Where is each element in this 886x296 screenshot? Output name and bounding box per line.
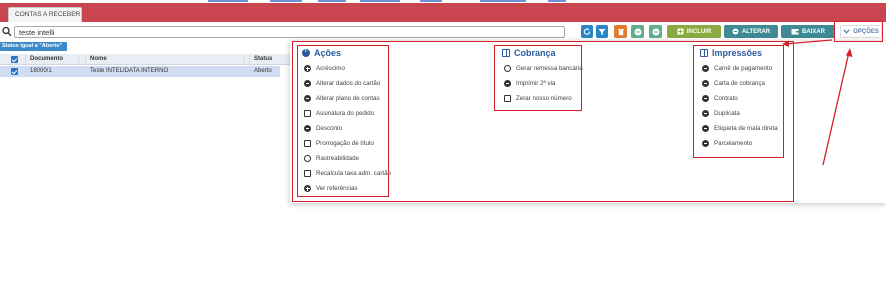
remove-button[interactable] — [631, 25, 644, 38]
filter-icon — [598, 28, 606, 35]
search-icon[interactable] — [2, 26, 12, 37]
edit-label: ALTERAR — [741, 28, 771, 35]
include-label: INCLUIR — [686, 28, 712, 35]
settle-button[interactable]: BAIXAR — [781, 25, 835, 38]
search-row: INCLUIR ALTERAR BAIXAR OPÇÕES — [0, 24, 886, 40]
search-input[interactable] — [14, 26, 565, 38]
column-menu-icon[interactable]: ⋮ — [241, 56, 247, 63]
minus-circle-icon — [652, 28, 659, 35]
cell-documento: 18000/1 — [30, 68, 52, 74]
minus-circle-icon — [634, 28, 641, 35]
refresh-icon — [583, 27, 591, 35]
filter-button[interactable] — [596, 25, 608, 38]
edit-button[interactable]: ALTERAR — [724, 25, 778, 38]
column-documento[interactable]: Documento — [30, 56, 63, 62]
tab-label: CONTAS A RECEBER — [15, 11, 81, 18]
cell-nome: Teste INTELIDATA INTERNO — [90, 68, 169, 74]
annotation-box-impressoes — [693, 45, 784, 158]
annotation-box-acoes — [297, 45, 389, 197]
annotation-box-options-button — [834, 21, 883, 42]
table-row[interactable]: 18000/1 Teste INTELIDATA INTERNO Aberto — [0, 66, 280, 77]
column-menu-icon[interactable]: ⋮ — [76, 56, 82, 63]
filter-chip[interactable]: Status igual a "Aberto" — [0, 42, 67, 51]
refresh-button[interactable] — [581, 25, 593, 38]
cancel-button[interactable] — [649, 25, 662, 38]
header-bar — [0, 3, 886, 22]
cell-status: Aberto — [254, 68, 272, 74]
row-checkbox[interactable] — [11, 68, 18, 75]
table-header: Documento ⋮ Nome ⋮ Status — [0, 54, 300, 65]
close-icon[interactable]: × — [74, 11, 78, 17]
tab-contas-a-receber[interactable]: CONTAS A RECEBER × — [8, 7, 82, 22]
app-window: CONTAS A RECEBER × INCLUIR ALTERA — [0, 0, 886, 296]
settle-label: BAIXAR — [801, 28, 825, 35]
trash-icon — [617, 28, 624, 35]
column-status[interactable]: Status — [254, 56, 272, 62]
delete-button[interactable] — [614, 25, 627, 38]
select-all-checkbox[interactable] — [11, 56, 18, 63]
column-nome[interactable]: Nome — [90, 56, 107, 62]
annotation-box-cobranca — [494, 45, 582, 111]
include-button[interactable]: INCLUIR — [667, 25, 721, 38]
edit-icon — [732, 28, 739, 35]
wallet-icon — [791, 29, 799, 35]
plus-icon — [677, 28, 684, 35]
